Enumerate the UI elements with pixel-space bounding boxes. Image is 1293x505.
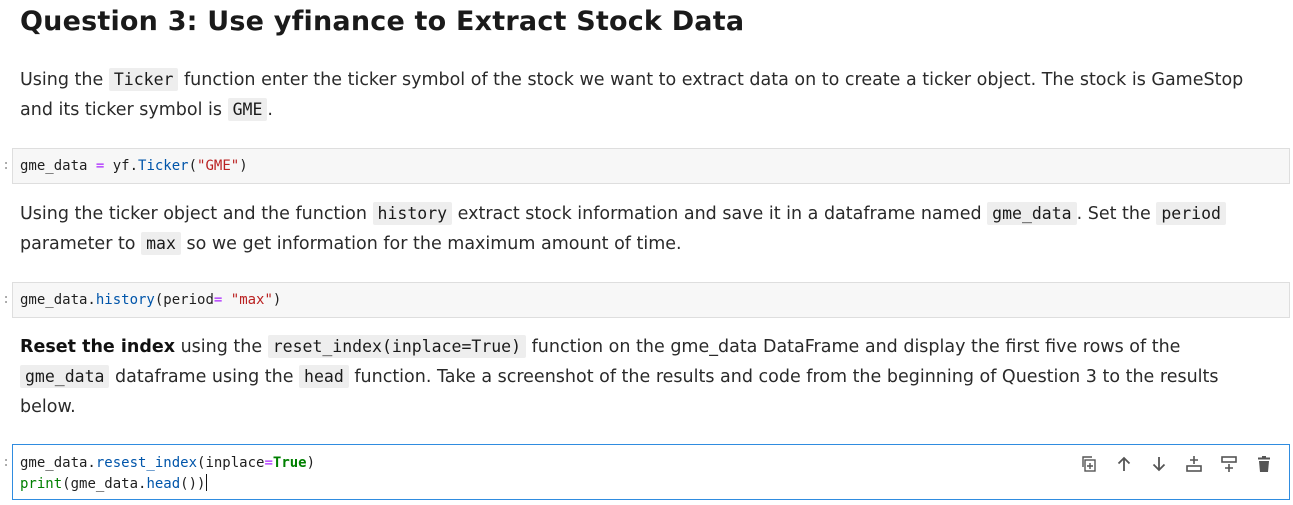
inline-code-gme: GME xyxy=(227,98,268,121)
markdown-paragraph-ticker: Using the Ticker function enter the tick… xyxy=(20,65,1270,125)
inline-code-ticker: Ticker xyxy=(108,68,179,91)
code-token: ()) xyxy=(180,476,206,492)
inline-code-gme-data: gme_data xyxy=(20,365,110,388)
code-cell-history[interactable]: : gme_data.history(period= "max") xyxy=(2,282,1290,318)
code-token: (period xyxy=(154,292,214,308)
code-token: (inplace xyxy=(197,455,265,471)
inline-code-history: history xyxy=(372,202,453,225)
code-string: "GME" xyxy=(197,158,240,174)
code-token: ) xyxy=(272,292,282,308)
text: . xyxy=(267,100,273,120)
code-token: ) xyxy=(306,455,316,471)
text: function enter the ticker symbol of the … xyxy=(20,70,1244,120)
code-string: "max" xyxy=(230,292,273,308)
inline-code-reset-index: reset_index(inplace=True) xyxy=(267,335,527,358)
code-operator: = xyxy=(264,455,273,471)
code-line[interactable]: gme_data = yf.Ticker("GME") xyxy=(20,156,248,177)
code-token: gme_data xyxy=(20,158,96,174)
code-token: ( xyxy=(188,158,198,174)
text: using the xyxy=(175,337,268,357)
inline-code-head: head xyxy=(299,365,349,388)
markdown-paragraph-history: Using the ticker object and the function… xyxy=(20,199,1270,259)
code-function: resest_index xyxy=(95,455,198,471)
code-function: Ticker xyxy=(138,158,189,174)
cell-prompt: : xyxy=(2,292,10,307)
text: . Set the xyxy=(1076,204,1157,224)
inline-code-gme-data: gme_data xyxy=(987,202,1077,225)
code-token: gme_data. xyxy=(20,292,96,308)
text: parameter to xyxy=(20,234,142,254)
cell-toolbar xyxy=(1078,453,1275,475)
bold-text: Reset the index xyxy=(20,337,176,357)
copy-cell-icon[interactable] xyxy=(1078,453,1100,475)
code-cell-reset-index-active[interactable]: : gme_data.resest_index(inplace=True) pr… xyxy=(2,444,1290,500)
delete-icon[interactable] xyxy=(1253,453,1275,475)
text: extract stock information and save it in… xyxy=(452,204,988,224)
code-keyword: True xyxy=(272,455,307,471)
code-builtin: print xyxy=(20,476,63,492)
code-token: (gme_data. xyxy=(62,476,147,492)
code-function: history xyxy=(95,292,155,308)
cell-prompt: : xyxy=(2,158,10,173)
move-up-icon[interactable] xyxy=(1113,453,1135,475)
inline-code-max: max xyxy=(141,232,181,255)
inline-code-period: period xyxy=(1156,202,1226,225)
text-cursor xyxy=(206,474,208,491)
text: so we get information for the maximum am… xyxy=(180,234,682,254)
text: dataframe using the xyxy=(109,367,300,387)
insert-above-icon[interactable] xyxy=(1183,453,1205,475)
code-line[interactable]: gme_data.history(period= "max") xyxy=(20,290,281,311)
text: Using the xyxy=(20,70,109,90)
insert-below-icon[interactable] xyxy=(1218,453,1240,475)
cell-prompt: : xyxy=(2,455,10,470)
code-token: gme_data. xyxy=(20,455,96,471)
section-heading: Question 3: Use yfinance to Extract Stoc… xyxy=(20,6,745,37)
code-cell-ticker[interactable]: : gme_data = yf.Ticker("GME") xyxy=(2,148,1290,184)
code-editor[interactable]: gme_data.resest_index(inplace=True) prin… xyxy=(20,453,315,495)
move-down-icon[interactable] xyxy=(1148,453,1170,475)
code-function: head xyxy=(146,476,181,492)
text: function on the gme_data DataFrame and d… xyxy=(526,337,1181,357)
code-token: ) xyxy=(239,158,248,174)
markdown-paragraph-reset: Reset the index using the reset_index(in… xyxy=(20,332,1270,422)
text: Using the ticker object and the function xyxy=(20,204,373,224)
code-token: yf. xyxy=(104,158,139,174)
